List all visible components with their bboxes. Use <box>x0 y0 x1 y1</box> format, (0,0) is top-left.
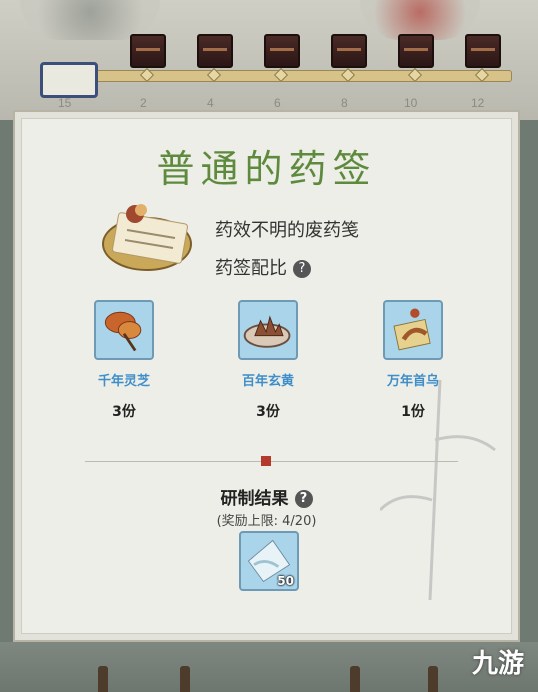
result-title: 研制结果 <box>220 489 289 509</box>
ingredient-name: 百年玄黄 <box>241 374 294 389</box>
ingredient-name: 千年灵芝 <box>97 374 150 389</box>
help-icon[interactable]: ? <box>293 260 311 278</box>
milestone-label: 8 <box>341 96 348 110</box>
reward-item[interactable]: 50 <box>239 531 299 591</box>
watermark-text: 九游 <box>471 649 524 679</box>
recipe-name: 药效不明的废药笺 <box>215 220 359 241</box>
milestone-label: 6 <box>274 96 281 110</box>
recipe-scroll-icon <box>102 204 192 271</box>
reward-limit: (奖励上限: 4/20) <box>216 514 317 529</box>
section-divider <box>85 461 458 462</box>
fence-post <box>350 666 360 692</box>
reward-count: 50 <box>277 574 294 588</box>
xuanhuang-icon <box>238 300 298 360</box>
milestone-label: 10 <box>404 96 418 110</box>
milestone-label: 15 <box>58 96 72 110</box>
ingredient-item[interactable]: 千年灵芝 3份 <box>79 300 169 421</box>
chest-icon[interactable] <box>130 34 166 68</box>
fence-post <box>98 666 108 692</box>
fence-post <box>180 666 190 692</box>
ratio-row: 药签配比? <box>215 254 311 280</box>
book-icon[interactable] <box>40 62 98 98</box>
ingredient-item[interactable]: 百年玄黄 3份 <box>223 300 313 421</box>
milestone-label: 2 <box>140 96 147 110</box>
chest-icon[interactable] <box>264 34 300 68</box>
watermark-logo: 九游 <box>472 643 524 680</box>
recipe-card: 普通的药签 药效不明的废药笺 药签配比? 千年灵芝 3份 百年玄黄 3份 万年首… <box>13 110 520 642</box>
lingzhi-icon <box>94 300 154 360</box>
fence-post <box>428 666 438 692</box>
reward-progress-bar <box>70 70 512 82</box>
bottom-scene <box>0 642 538 692</box>
help-icon[interactable]: ? <box>294 490 313 508</box>
ingredient-name: 万年首乌 <box>386 374 439 389</box>
milestone-label: 12 <box>471 96 485 110</box>
result-title-row: 研制结果? <box>15 484 518 509</box>
shouwu-icon <box>383 300 443 360</box>
ratio-label: 药签配比 <box>215 258 287 279</box>
ingredient-qty: 3份 <box>112 404 136 420</box>
seal-icon <box>261 456 271 466</box>
ingredient-qty: 1份 <box>401 404 425 420</box>
ingredient-qty: 3份 <box>256 404 280 420</box>
chest-icon[interactable] <box>465 34 501 68</box>
chest-icon[interactable] <box>398 34 434 68</box>
chest-icon[interactable] <box>331 34 367 68</box>
chest-icon[interactable] <box>197 34 233 68</box>
ingredient-item[interactable]: 万年首乌 1份 <box>368 300 458 421</box>
milestone-label: 4 <box>207 96 214 110</box>
card-title: 普通的药签 <box>156 147 377 191</box>
